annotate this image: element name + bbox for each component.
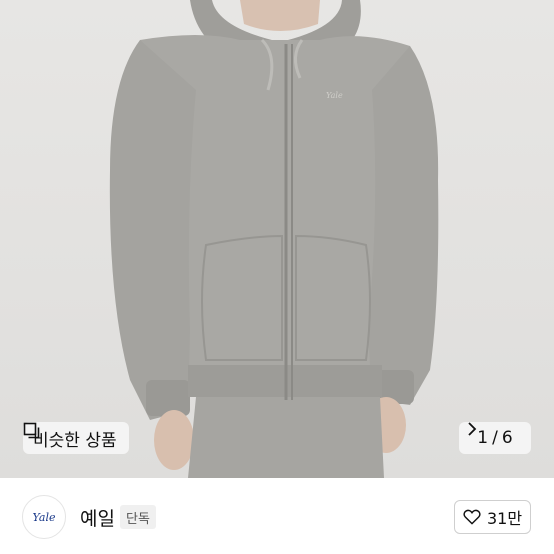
svg-text:Yale: Yale xyxy=(326,91,343,100)
total-images: 6 xyxy=(501,428,513,448)
chevron-right-icon xyxy=(468,422,477,436)
seller-name[interactable]: 예일 xyxy=(80,504,115,531)
product-image[interactable]: Yale 비슷한 상품 1 / 6 xyxy=(0,0,554,478)
like-count: 31만 xyxy=(486,509,523,528)
avatar-logo-text: Yale xyxy=(32,510,56,524)
seller-avatar[interactable]: Yale xyxy=(22,495,66,539)
heart-icon xyxy=(463,509,481,525)
similar-items-label: 비슷한 상품 xyxy=(33,430,117,451)
counter-separator: / xyxy=(492,428,498,448)
hoodie-photo: Yale xyxy=(109,0,439,478)
copy-square-icon xyxy=(23,422,40,439)
image-counter-button[interactable]: 1 / 6 xyxy=(459,422,531,454)
like-button[interactable]: 31만 xyxy=(454,500,531,534)
similar-items-button[interactable]: 비슷한 상품 xyxy=(23,422,129,454)
seller-bar: Yale 예일 단독 31만 xyxy=(0,478,554,554)
exclusive-badge: 단독 xyxy=(120,505,156,529)
current-image-index: 1 xyxy=(477,428,489,448)
